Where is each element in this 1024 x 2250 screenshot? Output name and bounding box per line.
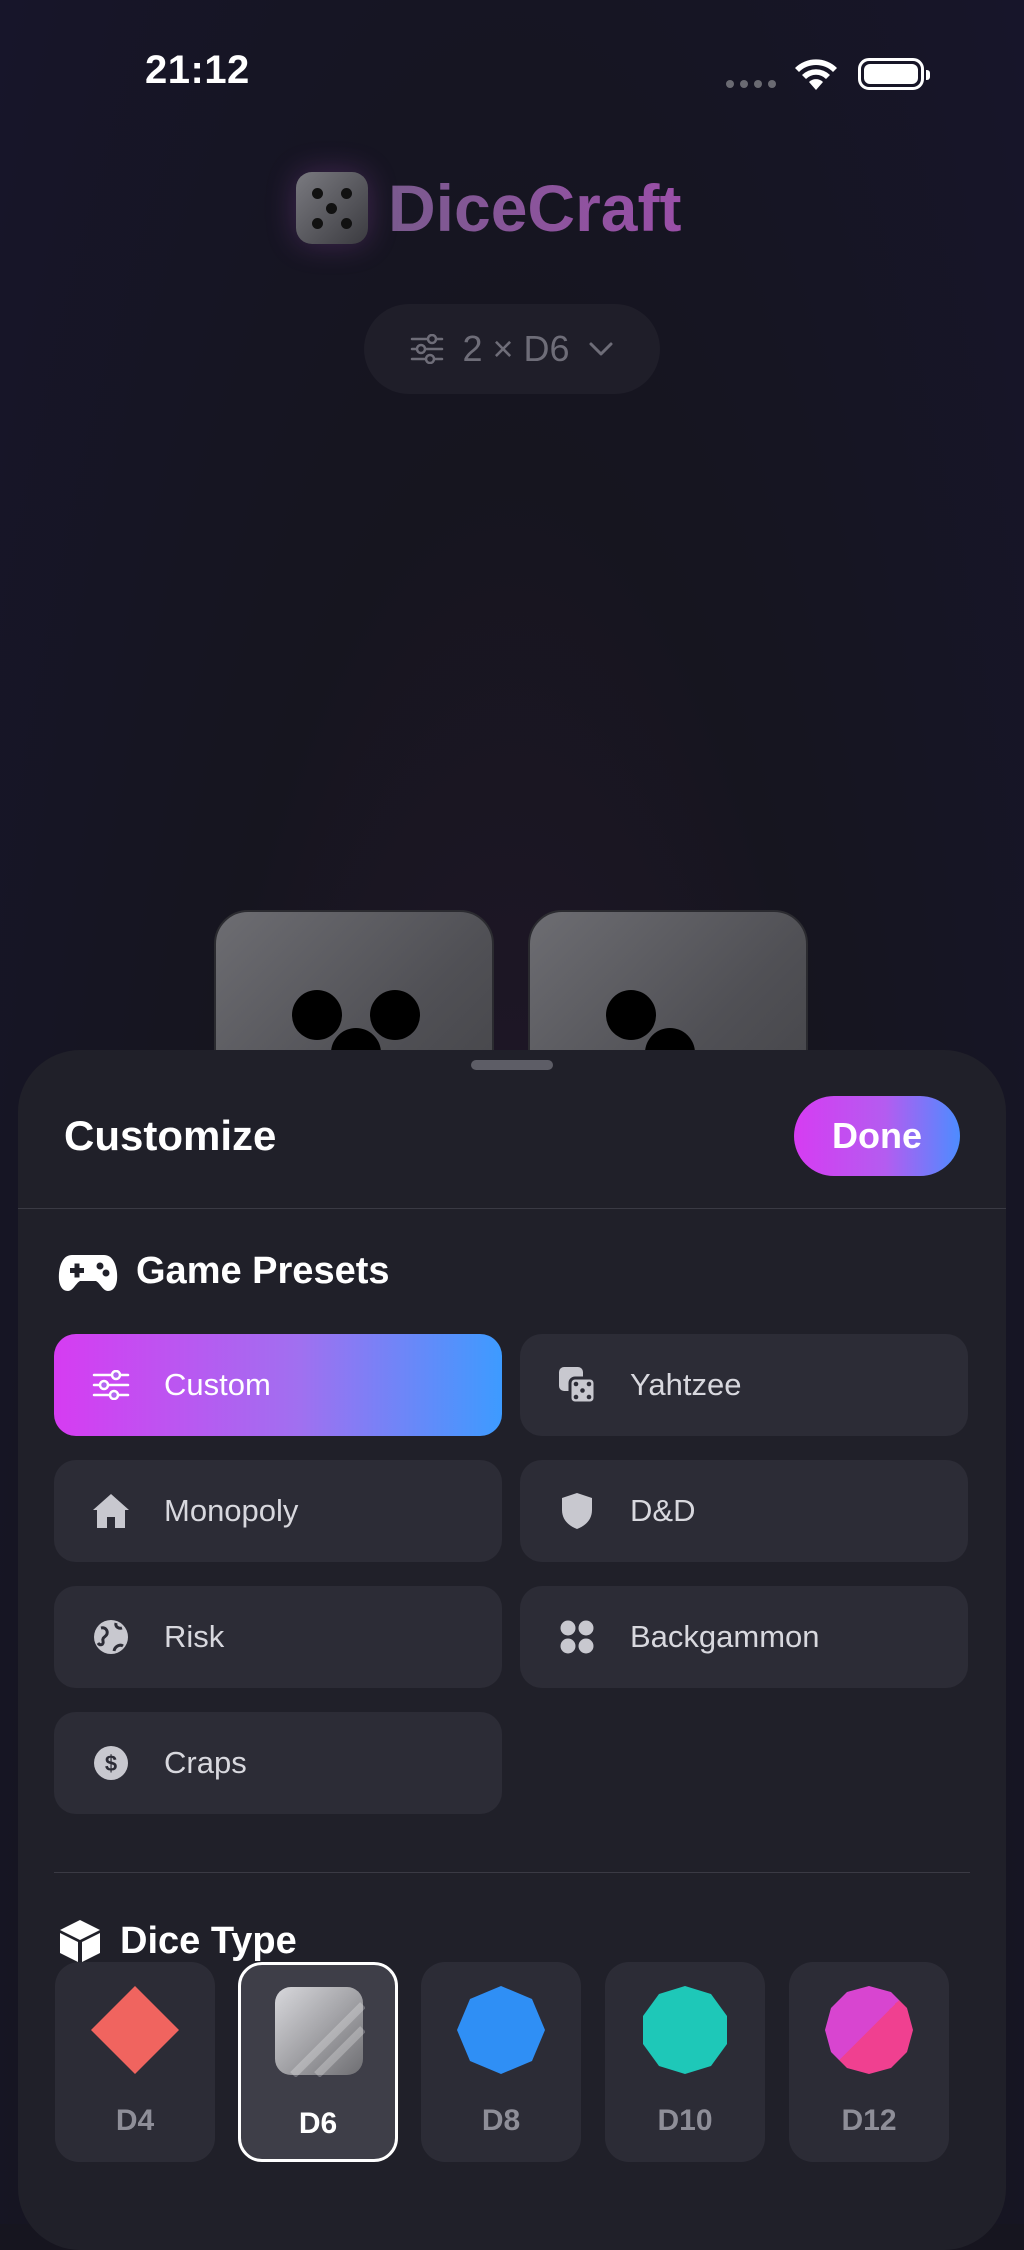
sliders-icon — [90, 1364, 132, 1406]
sliders-icon — [411, 334, 444, 364]
dice-count-label: 2 × D6 — [462, 328, 570, 369]
diamond-icon — [91, 1986, 179, 2074]
battery-icon — [858, 58, 930, 90]
app-title-text: DiceCraft — [388, 171, 682, 245]
dice-type-d12[interactable]: D12 — [789, 1962, 949, 2162]
preset-risk[interactable]: Risk — [54, 1586, 502, 1688]
dice-type-d8[interactable]: D8 — [421, 1962, 581, 2162]
dodecagon-icon — [825, 1986, 913, 2074]
preset-backgammon[interactable]: Backgammon — [520, 1586, 968, 1688]
preset-label: Yahtzee — [630, 1367, 742, 1402]
four-circles-icon — [556, 1616, 598, 1658]
globe-icon — [90, 1616, 132, 1658]
dice-type-label: D8 — [481, 2104, 521, 2137]
decagon-icon — [643, 1986, 727, 2074]
game-presets-header: Game Presets — [58, 1250, 390, 1293]
dollar-icon: $ — [90, 1742, 132, 1784]
preset-label: Risk — [164, 1619, 225, 1654]
shield-icon — [556, 1490, 598, 1532]
square-die-icon — [275, 1987, 365, 2077]
cellular-signal-icon — [726, 80, 776, 88]
chevron-down-icon — [589, 342, 613, 356]
wifi-icon — [795, 59, 837, 90]
preset-yahtzee[interactable]: Yahtzee — [520, 1334, 968, 1436]
dice-icon — [556, 1364, 598, 1406]
preset-monopoly[interactable]: Monopoly — [54, 1460, 502, 1562]
svg-text:$: $ — [105, 1751, 117, 1776]
game-presets-title: Game Presets — [136, 1250, 390, 1292]
dice-type-d10[interactable]: D10 — [605, 1962, 765, 2162]
section-divider — [54, 1872, 970, 1873]
preset-label: Craps — [164, 1745, 247, 1780]
dice-type-label: D10 — [657, 2104, 713, 2137]
sheet-grabber[interactable] — [471, 1060, 553, 1070]
app-title: DiceCraft — [296, 170, 681, 246]
header-divider — [18, 1208, 1006, 1209]
done-button[interactable]: Done — [794, 1096, 960, 1176]
preset-label: Backgammon — [630, 1619, 820, 1654]
dice-type-d4[interactable]: D4 — [55, 1962, 215, 2162]
preset-custom[interactable]: Custom — [54, 1334, 502, 1436]
preset-dnd[interactable]: D&D — [520, 1460, 968, 1562]
house-icon — [90, 1490, 132, 1532]
dice-type-label: D6 — [298, 2107, 338, 2140]
die-logo-icon — [296, 172, 368, 244]
gamepad-icon — [58, 1254, 118, 1291]
dice-type-label: D4 — [115, 2104, 155, 2137]
dice-type-d6[interactable]: D6 — [238, 1962, 398, 2162]
octagon-icon — [457, 1986, 545, 2074]
cube-icon — [60, 1920, 100, 1962]
dice-type-title: Dice Type — [120, 1919, 297, 1962]
status-time: 21:12 — [145, 48, 250, 92]
preset-label: D&D — [630, 1493, 696, 1528]
sheet-title: Customize — [64, 1112, 277, 1159]
preset-label: Monopoly — [164, 1493, 299, 1528]
dice-type-label: D12 — [841, 2104, 897, 2137]
dice-type-header: Dice Type — [58, 1918, 297, 1964]
preset-craps[interactable]: $ Craps — [54, 1712, 502, 1814]
dice-count-selector[interactable]: 2 × D6 — [364, 304, 660, 394]
preset-label: Custom — [164, 1367, 271, 1402]
